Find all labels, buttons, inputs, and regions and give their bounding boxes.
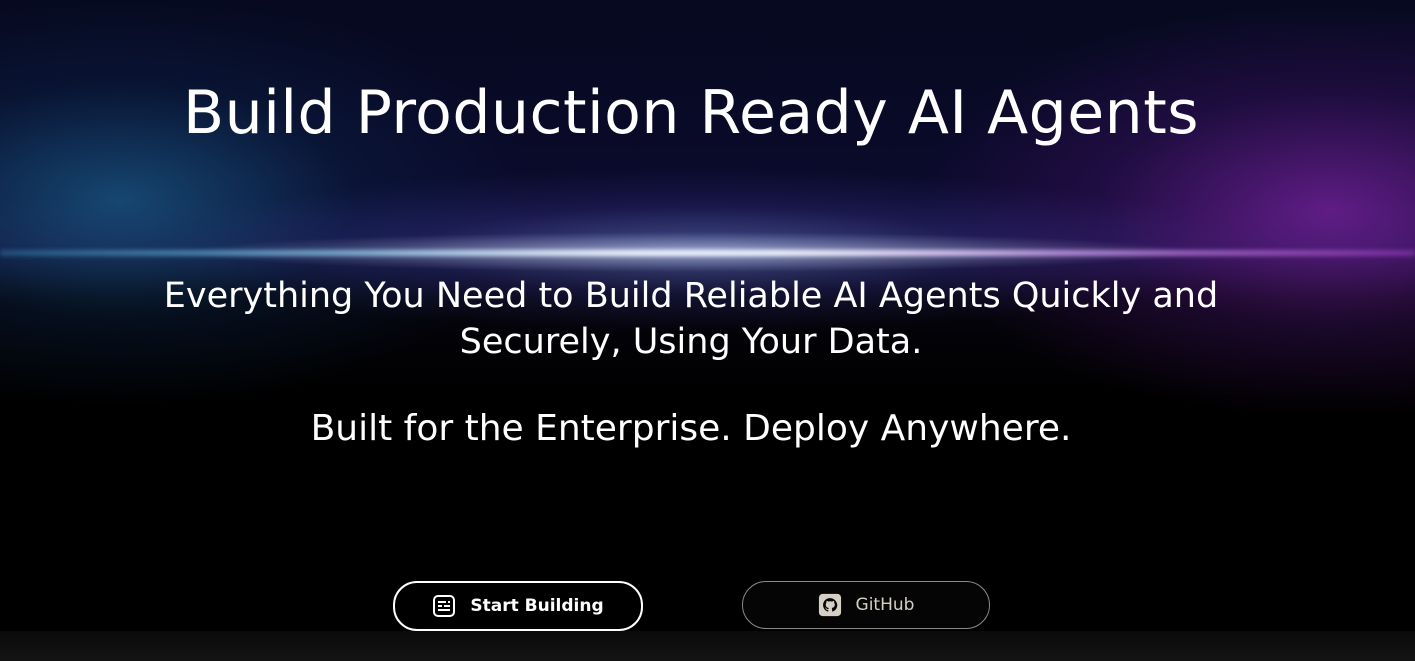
github-label: GitHub — [855, 595, 915, 615]
dashboard-icon — [432, 594, 456, 618]
start-building-button[interactable]: Start Building — [393, 581, 643, 631]
hero-tagline: Built for the Enterprise. Deploy Anywher… — [310, 408, 1072, 449]
hero-subtitle: Everything You Need to Build Reliable AI… — [120, 273, 1262, 365]
page-title: Build Production Ready AI Agents — [183, 78, 1199, 148]
github-button[interactable]: GitHub — [742, 581, 990, 629]
hero-subtitle-line-2: Securely, Using Your Data. — [459, 322, 923, 362]
start-building-label: Start Building — [470, 596, 604, 616]
github-icon — [818, 593, 842, 617]
hero-subtitle-line-1: Everything You Need to Build Reliable AI… — [163, 276, 1219, 316]
bottom-strip — [0, 631, 1415, 661]
